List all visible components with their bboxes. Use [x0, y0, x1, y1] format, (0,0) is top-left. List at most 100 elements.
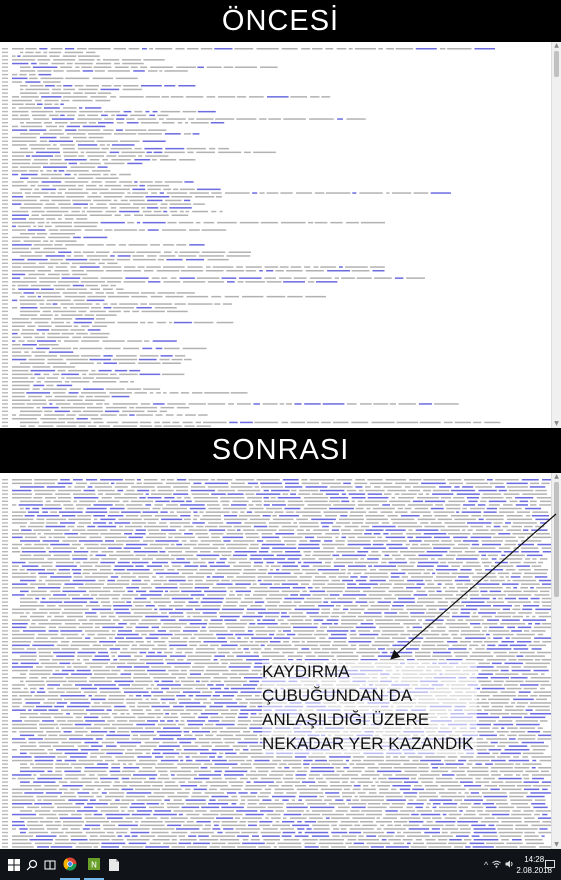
code-link: [136, 590, 147, 593]
code-text: [32, 366, 51, 368]
code-link: [425, 619, 444, 621]
code-text: [539, 846, 551, 848]
code-text: [165, 414, 174, 416]
code-text: [20, 122, 24, 124]
code-text: [84, 770, 107, 773]
code-link: [176, 695, 186, 697]
code-text: [243, 569, 256, 571]
code-text: [70, 781, 92, 783]
code-text: [129, 199, 145, 202]
code-link: [116, 118, 125, 120]
code-link: [285, 482, 299, 485]
code-text: [133, 673, 148, 675]
chrome-icon[interactable]: [60, 849, 80, 880]
notifications-icon[interactable]: [541, 849, 559, 880]
code-text: [50, 590, 61, 593]
scroll-up-icon[interactable]: ▲: [552, 42, 561, 50]
code-text: [459, 641, 471, 643]
code-text: [295, 785, 307, 787]
code-link: [171, 561, 191, 564]
code-text: [386, 48, 394, 50]
code-text: [81, 777, 98, 780]
code-editor-before[interactable]: ▲ ▼: [0, 42, 561, 428]
code-text: [447, 525, 469, 528]
code-text: [542, 641, 551, 643]
code-text: [526, 842, 544, 845]
code-text: [522, 763, 542, 765]
line-number: [2, 207, 8, 209]
code-text: [94, 395, 110, 398]
code-link: [285, 551, 301, 553]
code-text: [335, 810, 348, 812]
search-icon[interactable]: [22, 849, 42, 880]
wifi-icon[interactable]: [492, 860, 502, 870]
volume-icon[interactable]: [505, 860, 514, 870]
chevron-up-icon[interactable]: ^: [484, 860, 488, 870]
code-text: [259, 192, 265, 194]
code-text: [182, 347, 207, 350]
line-number: [2, 479, 8, 481]
windows-icon[interactable]: [4, 849, 24, 880]
code-text: [188, 529, 208, 531]
code-text: [139, 759, 158, 762]
code-text: [176, 749, 182, 751]
code-text: [193, 515, 200, 517]
code-link: [457, 821, 478, 823]
code-text: [426, 821, 433, 823]
code-text: [100, 543, 124, 546]
code-link: [47, 770, 53, 773]
code-link: [26, 392, 51, 394]
code-text: [363, 590, 386, 593]
code-text: [510, 731, 526, 733]
code-link: [73, 236, 81, 239]
code-text: [414, 651, 431, 654]
code-link: [348, 565, 366, 567]
code-text: [210, 716, 224, 719]
code-text: [312, 48, 323, 50]
code-text: [46, 147, 60, 150]
scrollbar-thumb-before[interactable]: [554, 51, 559, 77]
code-text: [125, 515, 139, 517]
notepad-plus-icon[interactable]: N: [84, 849, 104, 880]
code-text: [321, 648, 338, 650]
code-link: [200, 713, 219, 715]
scroll-down-icon[interactable]: ▼: [552, 841, 561, 849]
code-text: [380, 511, 393, 513]
scrollbar-thumb-after[interactable]: [554, 482, 559, 597]
scroll-down-icon[interactable]: ▼: [552, 420, 561, 428]
code-text: [150, 698, 158, 701]
code-text: [347, 803, 367, 805]
scrollbar-after[interactable]: ▲ ▼: [551, 473, 561, 849]
code-text: [116, 551, 131, 553]
task-view-icon[interactable]: [40, 849, 60, 880]
code-text: [88, 122, 97, 124]
code-text: [34, 251, 55, 253]
code-text: [12, 587, 36, 589]
code-text: [35, 493, 53, 495]
code-text: [542, 605, 551, 607]
code-link: [32, 66, 58, 68]
code-text: [75, 846, 92, 848]
code-text: [20, 51, 24, 54]
file-icon[interactable]: [104, 849, 124, 880]
code-text: [64, 192, 89, 194]
code-text: [73, 493, 96, 495]
code-text: [44, 381, 62, 383]
code-text: [33, 554, 51, 557]
code-text: [499, 734, 505, 737]
code-link: [117, 489, 124, 492]
scroll-up-icon[interactable]: ▲: [552, 473, 561, 481]
code-text: [301, 641, 305, 643]
code-text: [360, 221, 385, 224]
code-text: [314, 221, 328, 224]
code-text: [216, 321, 234, 324]
code-text: [472, 533, 496, 535]
code-text: [470, 507, 485, 510]
code-text: [53, 310, 77, 313]
scrollbar-before[interactable]: ▲ ▼: [551, 42, 561, 428]
code-text: [125, 698, 143, 701]
code-text: [132, 192, 148, 194]
code-text: [475, 569, 482, 571]
code-text: [39, 140, 48, 142]
code-link: [164, 497, 175, 499]
